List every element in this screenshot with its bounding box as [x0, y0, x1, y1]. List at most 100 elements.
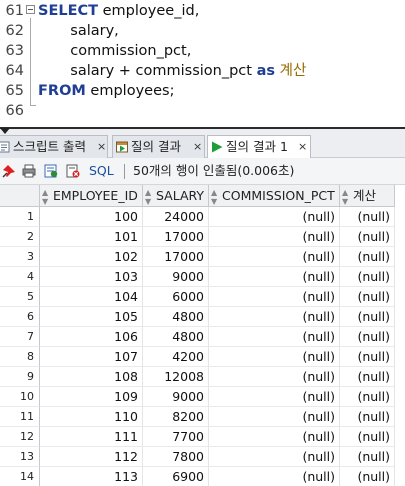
- row-number[interactable]: 13: [0, 447, 40, 467]
- close-icon[interactable]: ×: [193, 136, 202, 158]
- cell-commission-pct[interactable]: (null): [209, 327, 340, 347]
- row-number[interactable]: 12: [0, 427, 40, 447]
- column-header-commission-pct[interactable]: ▲ ▼ COMMISSION_PCT: [209, 185, 340, 207]
- column-header-calc[interactable]: ▲ ▼ 계산: [340, 185, 395, 207]
- cell-salary[interactable]: 7700: [143, 427, 209, 447]
- print-icon[interactable]: [22, 164, 36, 178]
- column-header-salary[interactable]: ▲ ▼ SALARY: [143, 185, 209, 207]
- cell-employee-id[interactable]: 111: [40, 427, 143, 447]
- cell-salary[interactable]: 8200: [143, 407, 209, 427]
- cell-commission-pct[interactable]: (null): [209, 367, 340, 387]
- cell-calc[interactable]: (null): [340, 467, 395, 486]
- cell-calc[interactable]: (null): [340, 367, 395, 387]
- cell-employee-id[interactable]: 104: [40, 287, 143, 307]
- code-line[interactable]: 63 commission_pct,: [0, 40, 405, 62]
- row-number[interactable]: 7: [0, 327, 40, 347]
- row-number[interactable]: 8: [0, 347, 40, 367]
- cell-commission-pct[interactable]: (null): [209, 387, 340, 407]
- cell-employee-id[interactable]: 108: [40, 367, 143, 387]
- pin-icon[interactable]: [2, 164, 16, 178]
- cell-salary[interactable]: 9000: [143, 387, 209, 407]
- cell-commission-pct[interactable]: (null): [209, 447, 340, 467]
- sql-editor[interactable]: 61 SELECT employee_id, 62 salary, 63 commis…: [0, 0, 405, 127]
- row-number[interactable]: 1: [0, 207, 40, 227]
- row-number[interactable]: 3: [0, 247, 40, 267]
- cell-commission-pct[interactable]: (null): [209, 467, 340, 486]
- cell-commission-pct[interactable]: (null): [209, 427, 340, 447]
- cell-commission-pct[interactable]: (null): [209, 347, 340, 367]
- row-number[interactable]: 6: [0, 307, 40, 327]
- cell-employee-id[interactable]: 101: [40, 227, 143, 247]
- row-number[interactable]: 9: [0, 367, 40, 387]
- cell-employee-id[interactable]: 102: [40, 247, 143, 267]
- tab-query-result-1[interactable]: 질의 결과 1 ×: [207, 135, 311, 160]
- cell-employee-id[interactable]: 113: [40, 467, 143, 486]
- table-row[interactable]: 12 111 7700 (null) (null): [0, 427, 405, 447]
- code-line[interactable]: 61 SELECT employee_id,: [0, 0, 405, 22]
- row-number[interactable]: 2: [0, 227, 40, 247]
- cell-calc[interactable]: (null): [340, 387, 395, 407]
- cell-employee-id[interactable]: 106: [40, 327, 143, 347]
- row-number[interactable]: 4: [0, 267, 40, 287]
- cell-calc[interactable]: (null): [340, 307, 395, 327]
- cell-commission-pct[interactable]: (null): [209, 287, 340, 307]
- cell-employee-id[interactable]: 112: [40, 447, 143, 467]
- cell-commission-pct[interactable]: (null): [209, 267, 340, 287]
- cell-commission-pct[interactable]: (null): [209, 247, 340, 267]
- table-row[interactable]: 9 108 12008 (null) (null): [0, 367, 405, 387]
- code-line[interactable]: 62 salary,: [0, 20, 405, 42]
- cell-calc[interactable]: (null): [340, 207, 395, 227]
- cell-salary[interactable]: 17000: [143, 247, 209, 267]
- cell-salary[interactable]: 17000: [143, 227, 209, 247]
- cell-commission-pct[interactable]: (null): [209, 407, 340, 427]
- table-row[interactable]: 11 110 8200 (null) (null): [0, 407, 405, 427]
- row-number[interactable]: 11: [0, 407, 40, 427]
- cell-employee-id[interactable]: 109: [40, 387, 143, 407]
- cell-calc[interactable]: (null): [340, 347, 395, 367]
- table-row[interactable]: 14 113 6900 (null) (null): [0, 467, 405, 486]
- cell-salary[interactable]: 12008: [143, 367, 209, 387]
- cell-commission-pct[interactable]: (null): [209, 207, 340, 227]
- close-icon[interactable]: ×: [298, 136, 307, 158]
- table-row[interactable]: 5 104 6000 (null) (null): [0, 287, 405, 307]
- cell-salary[interactable]: 7800: [143, 447, 209, 467]
- row-number[interactable]: 10: [0, 387, 40, 407]
- cell-employee-id[interactable]: 100: [40, 207, 143, 227]
- code-line[interactable]: 64 salary + commission_pct as 계산: [0, 60, 405, 82]
- row-number[interactable]: 5: [0, 287, 40, 307]
- cancel-query-icon[interactable]: [66, 164, 80, 178]
- row-number[interactable]: 14: [0, 467, 40, 486]
- cell-employee-id[interactable]: 103: [40, 267, 143, 287]
- tab-script-output[interactable]: 스크립트 출력 ×: [0, 135, 108, 159]
- splitter-handle-icon[interactable]: [0, 128, 10, 134]
- cell-commission-pct[interactable]: (null): [209, 307, 340, 327]
- cell-commission-pct[interactable]: (null): [209, 227, 340, 247]
- cell-calc[interactable]: (null): [340, 227, 395, 247]
- table-row[interactable]: 13 112 7800 (null) (null): [0, 447, 405, 467]
- cell-calc[interactable]: (null): [340, 247, 395, 267]
- code-line[interactable]: 65 FROM employees;: [0, 80, 405, 102]
- tab-query-result[interactable]: 질의 결과 ×: [112, 135, 205, 159]
- sql-link[interactable]: SQL: [89, 162, 114, 180]
- cell-employee-id[interactable]: 105: [40, 307, 143, 327]
- cell-calc[interactable]: (null): [340, 267, 395, 287]
- cell-salary[interactable]: 4800: [143, 307, 209, 327]
- table-row[interactable]: 10 109 9000 (null) (null): [0, 387, 405, 407]
- cell-calc[interactable]: (null): [340, 427, 395, 447]
- code-line[interactable]: 66: [0, 100, 405, 122]
- refresh-icon[interactable]: [44, 164, 58, 178]
- table-row[interactable]: 6 105 4800 (null) (null): [0, 307, 405, 327]
- cell-calc[interactable]: (null): [340, 407, 395, 427]
- cell-calc[interactable]: (null): [340, 327, 395, 347]
- close-icon[interactable]: ×: [97, 136, 106, 158]
- cell-salary[interactable]: 6900: [143, 467, 209, 486]
- table-row[interactable]: 4 103 9000 (null) (null): [0, 267, 405, 287]
- table-row[interactable]: 2 101 17000 (null) (null): [0, 227, 405, 247]
- cell-salary[interactable]: 24000: [143, 207, 209, 227]
- cell-calc[interactable]: (null): [340, 447, 395, 467]
- cell-salary[interactable]: 9000: [143, 267, 209, 287]
- column-header-employee-id[interactable]: ▲ ▼ EMPLOYEE_ID: [40, 185, 143, 207]
- table-row[interactable]: 3 102 17000 (null) (null): [0, 247, 405, 267]
- table-row[interactable]: 7 106 4800 (null) (null): [0, 327, 405, 347]
- cell-salary[interactable]: 6000: [143, 287, 209, 307]
